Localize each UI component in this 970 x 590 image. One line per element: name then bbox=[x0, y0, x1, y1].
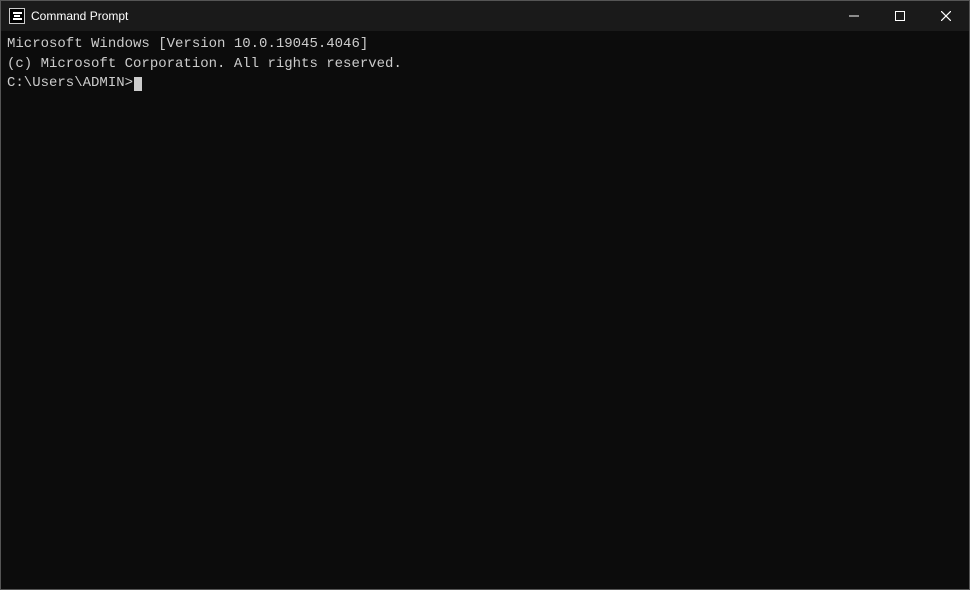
title-bar-controls bbox=[831, 1, 969, 31]
title-bar: Command Prompt bbox=[1, 1, 969, 31]
close-button[interactable] bbox=[923, 1, 969, 31]
terminal-cursor bbox=[134, 77, 142, 91]
title-bar-left: Command Prompt bbox=[9, 8, 128, 24]
maximize-button[interactable] bbox=[877, 1, 923, 31]
minimize-icon bbox=[849, 11, 859, 21]
maximize-icon bbox=[895, 11, 905, 21]
close-icon bbox=[941, 11, 951, 21]
terminal-prompt-line: C:\Users\ADMIN> bbox=[7, 74, 963, 94]
terminal-line-2: (c) Microsoft Corporation. All rights re… bbox=[7, 55, 963, 75]
terminal-line-1: Microsoft Windows [Version 10.0.19045.40… bbox=[7, 35, 963, 55]
minimize-button[interactable] bbox=[831, 1, 877, 31]
terminal-body[interactable]: Microsoft Windows [Version 10.0.19045.40… bbox=[1, 31, 969, 589]
terminal-prompt: C:\Users\ADMIN> bbox=[7, 74, 133, 94]
window-title: Command Prompt bbox=[31, 9, 128, 23]
command-prompt-window: Command Prompt Microsoft Window bbox=[0, 0, 970, 590]
cmd-app-icon bbox=[9, 8, 25, 24]
